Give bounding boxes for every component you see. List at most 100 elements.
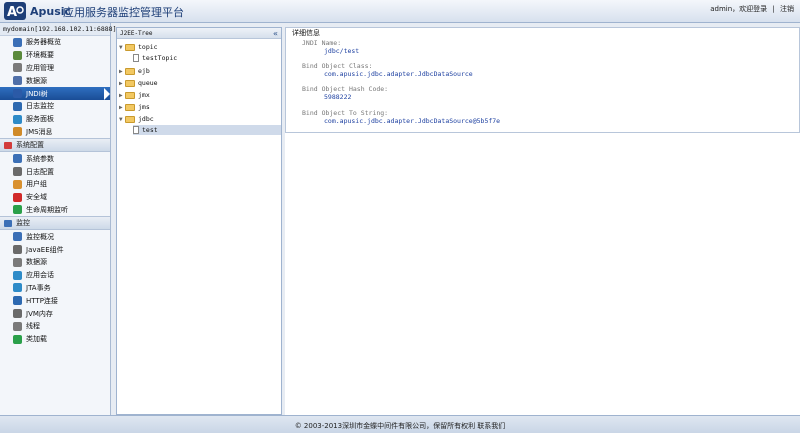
sidebar-item-label: 服务面板 <box>26 115 54 124</box>
details-legend: 详细信息 <box>290 28 322 38</box>
sidebar-item-datasource[interactable]: 数据源 <box>0 256 110 269</box>
node-label: topic <box>138 43 158 51</box>
tree-node-testtopic[interactable]: testTopic <box>133 53 177 63</box>
sidebar-item-label: 安全域 <box>26 193 47 202</box>
datasource-icon <box>13 76 22 86</box>
sidebar-item-thread[interactable]: 线程 <box>0 320 110 333</box>
jndi-tree-icon <box>13 89 22 99</box>
sidebar-item-label: 生命周期监听 <box>26 205 68 214</box>
security-domain-icon <box>13 192 22 202</box>
svg-text:A: A <box>7 5 17 20</box>
jndi-name-label: JNDI Name: <box>302 39 342 47</box>
tree-node-jdbc[interactable]: ▼ jdbc <box>119 114 154 124</box>
section-label: 系统配置 <box>16 141 44 150</box>
application-icon <box>13 63 22 73</box>
sidebar-item-javaee[interactable]: JavaEE组件 <box>0 243 110 256</box>
footer: © 2003-2013深圳市金蝶中间件有限公司，保留所有权利 联系我们 <box>0 415 800 433</box>
javaee-icon <box>13 245 22 255</box>
platform-title: 应用服务器监控管理平台 <box>63 6 184 19</box>
user-area: admin，欢迎登录 | 注销 <box>707 4 794 14</box>
to-string-label: Bind Object To String: <box>302 109 389 117</box>
sidebar-item-jndi-tree[interactable]: JNDI树 <box>0 87 110 100</box>
sidebar-item-label: HTTP连接 <box>26 296 58 305</box>
node-label: test <box>142 126 158 134</box>
hash-code-value: 5988222 <box>324 93 352 101</box>
node-label: testTopic <box>142 54 178 62</box>
sidebar-item-label: JavaEE组件 <box>26 245 64 254</box>
sidebar-item-label: 服务器概览 <box>26 38 61 47</box>
tree-title: J2EE-Tree <box>120 30 153 37</box>
log-monitor-icon <box>13 101 22 111</box>
log-config-icon <box>13 167 22 177</box>
http-icon <box>13 296 22 306</box>
tree-node-jms[interactable]: ▶ jms <box>119 102 150 112</box>
sidebar-item-label: 监控概况 <box>26 232 54 241</box>
sidebar-group-server: 服务器概览环境概要应用管理数据源 JNDI树日志监控服务面板 JMS消息 <box>0 36 110 138</box>
file-icon <box>133 126 139 134</box>
sidebar-item-server[interactable]: 服务器概览 <box>0 36 110 49</box>
folder-icon <box>125 103 135 111</box>
sidebar-item-label: 系统参数 <box>26 154 54 163</box>
to-string-value: com.apusic.jdbc.adapter.JdbcDataSource@5… <box>324 117 501 125</box>
logout-link[interactable]: 注销 <box>780 5 794 13</box>
system-params-icon <box>13 154 22 164</box>
sidebar-item-http[interactable]: HTTP连接 <box>0 294 110 307</box>
sidebar-item-security-domain[interactable]: 安全域 <box>0 191 110 204</box>
tree-node-jmx[interactable]: ▶ jmx <box>119 90 150 100</box>
collapse-icon[interactable]: « <box>273 29 278 38</box>
hash-code-label: Bind Object Hash Code: <box>302 85 389 93</box>
tree-node-queue[interactable]: ▶ queue <box>119 78 158 88</box>
j2ee-tree-panel: J2EE-Tree « ▼ topic testTopic ▶ ejb ▶ qu… <box>116 27 282 415</box>
bind-class-value: com.apusic.jdbc.adapter.JdbcDataSource <box>324 70 473 78</box>
tree-node-test[interactable]: test <box>133 125 281 135</box>
jvm-memory-icon <box>13 309 22 319</box>
section-label: 监控 <box>16 219 30 228</box>
tree-node-ejb[interactable]: ▶ ejb <box>119 66 150 76</box>
sidebar-item-label: 数据源 <box>26 76 47 85</box>
sidebar-item-jvm-memory[interactable]: JVM内存 <box>0 307 110 320</box>
config-section-icon <box>4 141 12 149</box>
sidebar-item-jms-message[interactable]: JMS消息 <box>0 126 110 139</box>
sidebar-item-application[interactable]: 应用管理 <box>0 62 110 75</box>
environment-icon <box>13 50 22 60</box>
top-header: A Apusic 应用服务器监控管理平台 admin，欢迎登录 | 注销 <box>0 0 800 23</box>
sidebar-item-label: 日志配置 <box>26 167 54 176</box>
sidebar-item-label: 应用会话 <box>26 271 54 280</box>
user-group-icon <box>13 179 22 189</box>
monitor-section-icon <box>4 219 12 227</box>
sidebar-item-jta[interactable]: JTA事务 <box>0 282 110 295</box>
sidebar-item-system-params[interactable]: 系统参数 <box>0 152 110 165</box>
sidebar-item-label: 环境概要 <box>26 51 54 60</box>
sidebar-item-label: 数据源 <box>26 258 47 267</box>
sidebar-item-label: 应用管理 <box>26 63 54 72</box>
lifecycle-icon <box>13 205 22 215</box>
tree-node-topic[interactable]: ▼ topic <box>119 42 158 52</box>
sidebar-item-log-monitor[interactable]: 日志监控 <box>0 100 110 113</box>
sidebar-item-session[interactable]: 应用会话 <box>0 269 110 282</box>
folder-icon <box>125 67 135 75</box>
sidebar-item-label: 类加载 <box>26 335 47 344</box>
sidebar-item-environment[interactable]: 环境概要 <box>0 49 110 62</box>
node-label: jdbc <box>138 115 154 123</box>
content-blank-area <box>285 133 800 415</box>
sidebar-item-monitor-overview[interactable]: 监控概况 <box>0 230 110 243</box>
sidebar-item-datasource[interactable]: 数据源 <box>0 74 110 87</box>
sidebar-item-service-panel[interactable]: 服务面板 <box>0 113 110 126</box>
section-header-system-config[interactable]: 系统配置 <box>0 138 110 153</box>
folder-icon <box>125 43 135 51</box>
sidebar-item-label: JNDI树 <box>26 89 48 98</box>
sidebar-item-log-config[interactable]: 日志配置 <box>0 165 110 178</box>
jms-message-icon <box>13 127 22 137</box>
sidebar-item-label: JTA事务 <box>26 283 51 292</box>
classloader-icon <box>13 334 22 344</box>
folder-icon <box>125 79 135 87</box>
sidebar-group-config: 系统参数日志配置用户组安全域生命周期监听 <box>0 152 110 216</box>
section-header-monitor[interactable]: 监控 <box>0 216 110 231</box>
sidebar-item-lifecycle[interactable]: 生命周期监听 <box>0 204 110 217</box>
sidebar-item-label: 日志监控 <box>26 102 54 111</box>
sidebar-item-classloader[interactable]: 类加载 <box>0 333 110 346</box>
folder-icon <box>125 91 135 99</box>
node-label: jmx <box>138 91 150 99</box>
sidebar-group-monitor: 监控概况 JavaEE组件 数据源应用会话 JTA事务 HTTP连接 JVM内存 线程类加载 <box>0 230 110 345</box>
sidebar-item-user-group[interactable]: 用户组 <box>0 178 110 191</box>
